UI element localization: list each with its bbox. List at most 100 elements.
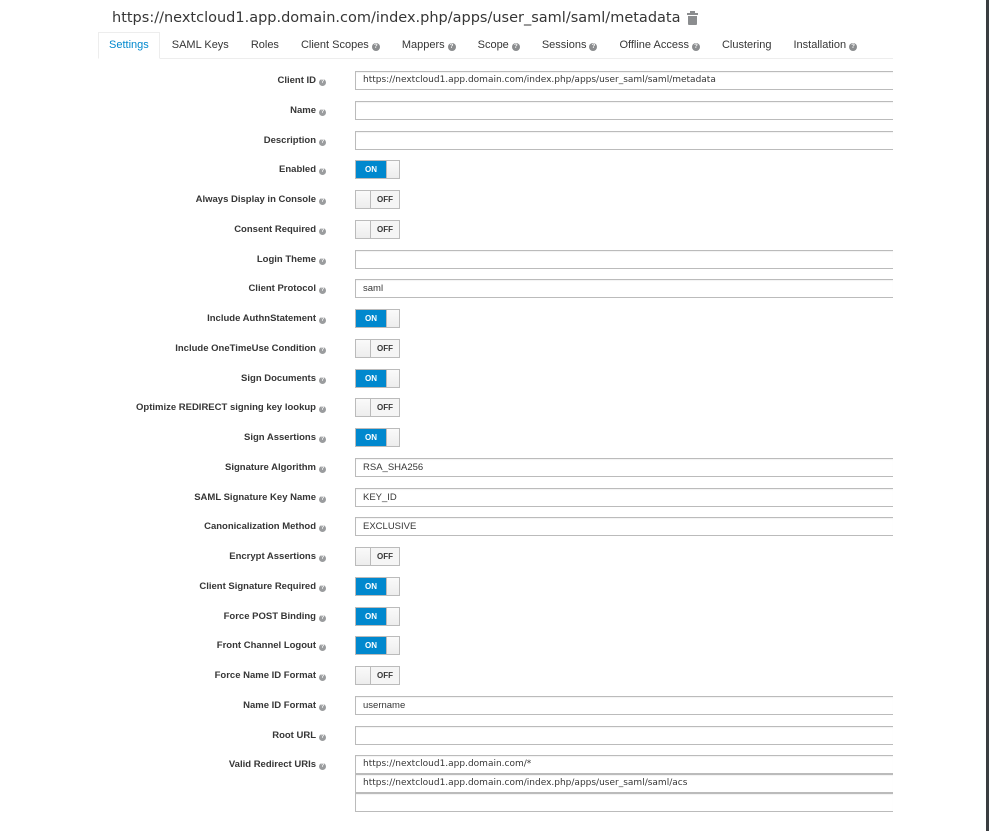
include-authn-toggle[interactable]: ON: [355, 309, 400, 328]
toggle-knob: [386, 578, 399, 595]
toggle-off-label: OFF: [371, 340, 399, 357]
label-text: Client Protocol: [248, 283, 316, 294]
force-name-id-format-toggle[interactable]: OFF: [355, 666, 400, 685]
client-signature-required-toggle[interactable]: ON: [355, 577, 400, 596]
tab-offline-access[interactable]: Offline Access?: [609, 33, 710, 58]
label-text: SAML Signature Key Name: [194, 492, 316, 503]
label-text: Name: [290, 105, 316, 116]
help-icon[interactable]: ?: [319, 109, 326, 116]
client-protocol-select[interactable]: saml: [355, 279, 893, 298]
always-display-label: Always Display in Console?: [196, 189, 326, 211]
help-icon[interactable]: ?: [319, 377, 326, 384]
login-theme-label: Login Theme?: [257, 249, 326, 271]
name-id-format-label: Name ID Format?: [243, 695, 326, 717]
redirect-uri-input[interactable]: https://nextcloud1.app.domain.com/*: [355, 755, 893, 774]
tab-roles[interactable]: Roles: [241, 33, 289, 58]
tab-clustering[interactable]: Clustering: [712, 33, 782, 58]
optimize-redirect-toggle[interactable]: OFF: [355, 398, 400, 417]
tab-label: Scope: [477, 39, 509, 51]
toggle-knob: [386, 370, 399, 387]
tab-scope[interactable]: Scope?: [468, 33, 530, 58]
help-icon[interactable]: ?: [319, 79, 326, 86]
help-icon[interactable]: ?: [319, 674, 326, 681]
form-row-description: Description?: [0, 130, 893, 152]
help-icon[interactable]: ?: [691, 43, 700, 51]
help-icon[interactable]: ?: [319, 585, 326, 592]
tab-sessions[interactable]: Sessions?: [532, 33, 608, 58]
toggle-on-label: ON: [356, 578, 386, 595]
sign-documents-label: Sign Documents?: [241, 368, 326, 390]
help-icon[interactable]: ?: [319, 615, 326, 622]
label-text: Optimize REDIRECT signing key lookup: [136, 402, 316, 413]
redirect-uri-input[interactable]: https://nextcloud1.app.domain.com/index.…: [355, 774, 893, 793]
force-post-binding-toggle[interactable]: ON: [355, 607, 400, 626]
help-icon[interactable]: ?: [319, 198, 326, 205]
client-id-input[interactable]: https://nextcloud1.app.domain.com/index.…: [355, 71, 893, 90]
signature-algorithm-label: Signature Algorithm?: [225, 457, 326, 479]
tab-client-scopes[interactable]: Client Scopes?: [291, 33, 390, 58]
help-icon[interactable]: ?: [319, 496, 326, 503]
encrypt-assertions-toggle[interactable]: OFF: [355, 547, 400, 566]
form-row-name-id-format: Name ID Format? username: [0, 695, 893, 717]
name-id-format-select[interactable]: username: [355, 696, 893, 715]
help-icon[interactable]: ?: [319, 436, 326, 443]
sign-documents-toggle[interactable]: ON: [355, 369, 400, 388]
toggle-on-label: ON: [356, 370, 386, 387]
help-icon[interactable]: ?: [319, 734, 326, 741]
help-icon[interactable]: ?: [319, 228, 326, 235]
include-onetimeuse-toggle[interactable]: OFF: [355, 339, 400, 358]
include-onetimeuse-label: Include OneTimeUse Condition?: [175, 338, 326, 360]
form-row-sign-assertions: Sign Assertions? ON: [0, 427, 893, 449]
name-input[interactable]: [355, 101, 893, 120]
help-icon[interactable]: ?: [849, 43, 858, 51]
help-icon[interactable]: ?: [319, 139, 326, 146]
tab-mappers[interactable]: Mappers?: [392, 33, 466, 58]
form-row-enabled: Enabled? ON: [0, 159, 893, 181]
help-icon[interactable]: ?: [319, 644, 326, 651]
root-url-label: Root URL?: [272, 725, 326, 747]
toggle-knob: [386, 310, 399, 327]
root-url-input[interactable]: [355, 726, 893, 745]
always-display-toggle[interactable]: OFF: [355, 190, 400, 209]
help-icon[interactable]: ?: [319, 525, 326, 532]
form-row-signature-algorithm: Signature Algorithm? RSA_SHA256: [0, 457, 893, 479]
login-theme-select[interactable]: [355, 250, 893, 269]
help-icon[interactable]: ?: [511, 43, 520, 51]
tab-saml-keys[interactable]: SAML Keys: [162, 33, 239, 58]
help-icon[interactable]: ?: [589, 43, 598, 51]
form-row-saml-signature-key-name: SAML Signature Key Name? KEY_ID: [0, 487, 893, 509]
help-icon[interactable]: ?: [319, 168, 326, 175]
toggle-off-label: OFF: [371, 548, 399, 565]
redirect-uri-input[interactable]: [355, 793, 893, 812]
enabled-toggle[interactable]: ON: [355, 160, 400, 179]
sign-assertions-toggle[interactable]: ON: [355, 428, 400, 447]
form-row-include-onetimeuse: Include OneTimeUse Condition? OFF: [0, 338, 893, 360]
help-icon[interactable]: ?: [319, 258, 326, 265]
help-icon[interactable]: ?: [319, 347, 326, 354]
consent-required-toggle[interactable]: OFF: [355, 220, 400, 239]
encrypt-assertions-label: Encrypt Assertions?: [229, 546, 326, 568]
help-icon[interactable]: ?: [447, 43, 456, 51]
help-icon[interactable]: ?: [319, 317, 326, 324]
tab-installation[interactable]: Installation?: [783, 33, 867, 58]
trash-icon[interactable]: [687, 10, 699, 25]
help-icon[interactable]: ?: [371, 43, 380, 51]
tab-bar: Settings SAML Keys Roles Client Scopes? Mapp…: [98, 32, 893, 59]
help-icon[interactable]: ?: [319, 466, 326, 473]
canonicalization-method-select[interactable]: EXCLUSIVE: [355, 517, 893, 536]
form-row-force-post-binding: Force POST Binding? ON: [0, 606, 893, 628]
help-icon[interactable]: ?: [319, 406, 326, 413]
help-icon[interactable]: ?: [319, 763, 326, 770]
front-channel-logout-toggle[interactable]: ON: [355, 636, 400, 655]
valid-redirect-uris-list: https://nextcloud1.app.domain.com/* https…: [355, 755, 893, 812]
saml-signature-key-name-select[interactable]: KEY_ID: [355, 488, 893, 507]
tab-label: Roles: [250, 39, 279, 51]
description-input[interactable]: [355, 131, 893, 150]
help-icon[interactable]: ?: [319, 704, 326, 711]
help-icon[interactable]: ?: [319, 287, 326, 294]
signature-algorithm-select[interactable]: RSA_SHA256: [355, 458, 893, 477]
help-icon[interactable]: ?: [319, 555, 326, 562]
tab-settings[interactable]: Settings: [98, 32, 160, 59]
toggle-knob: [356, 221, 371, 238]
toggle-knob: [356, 340, 371, 357]
